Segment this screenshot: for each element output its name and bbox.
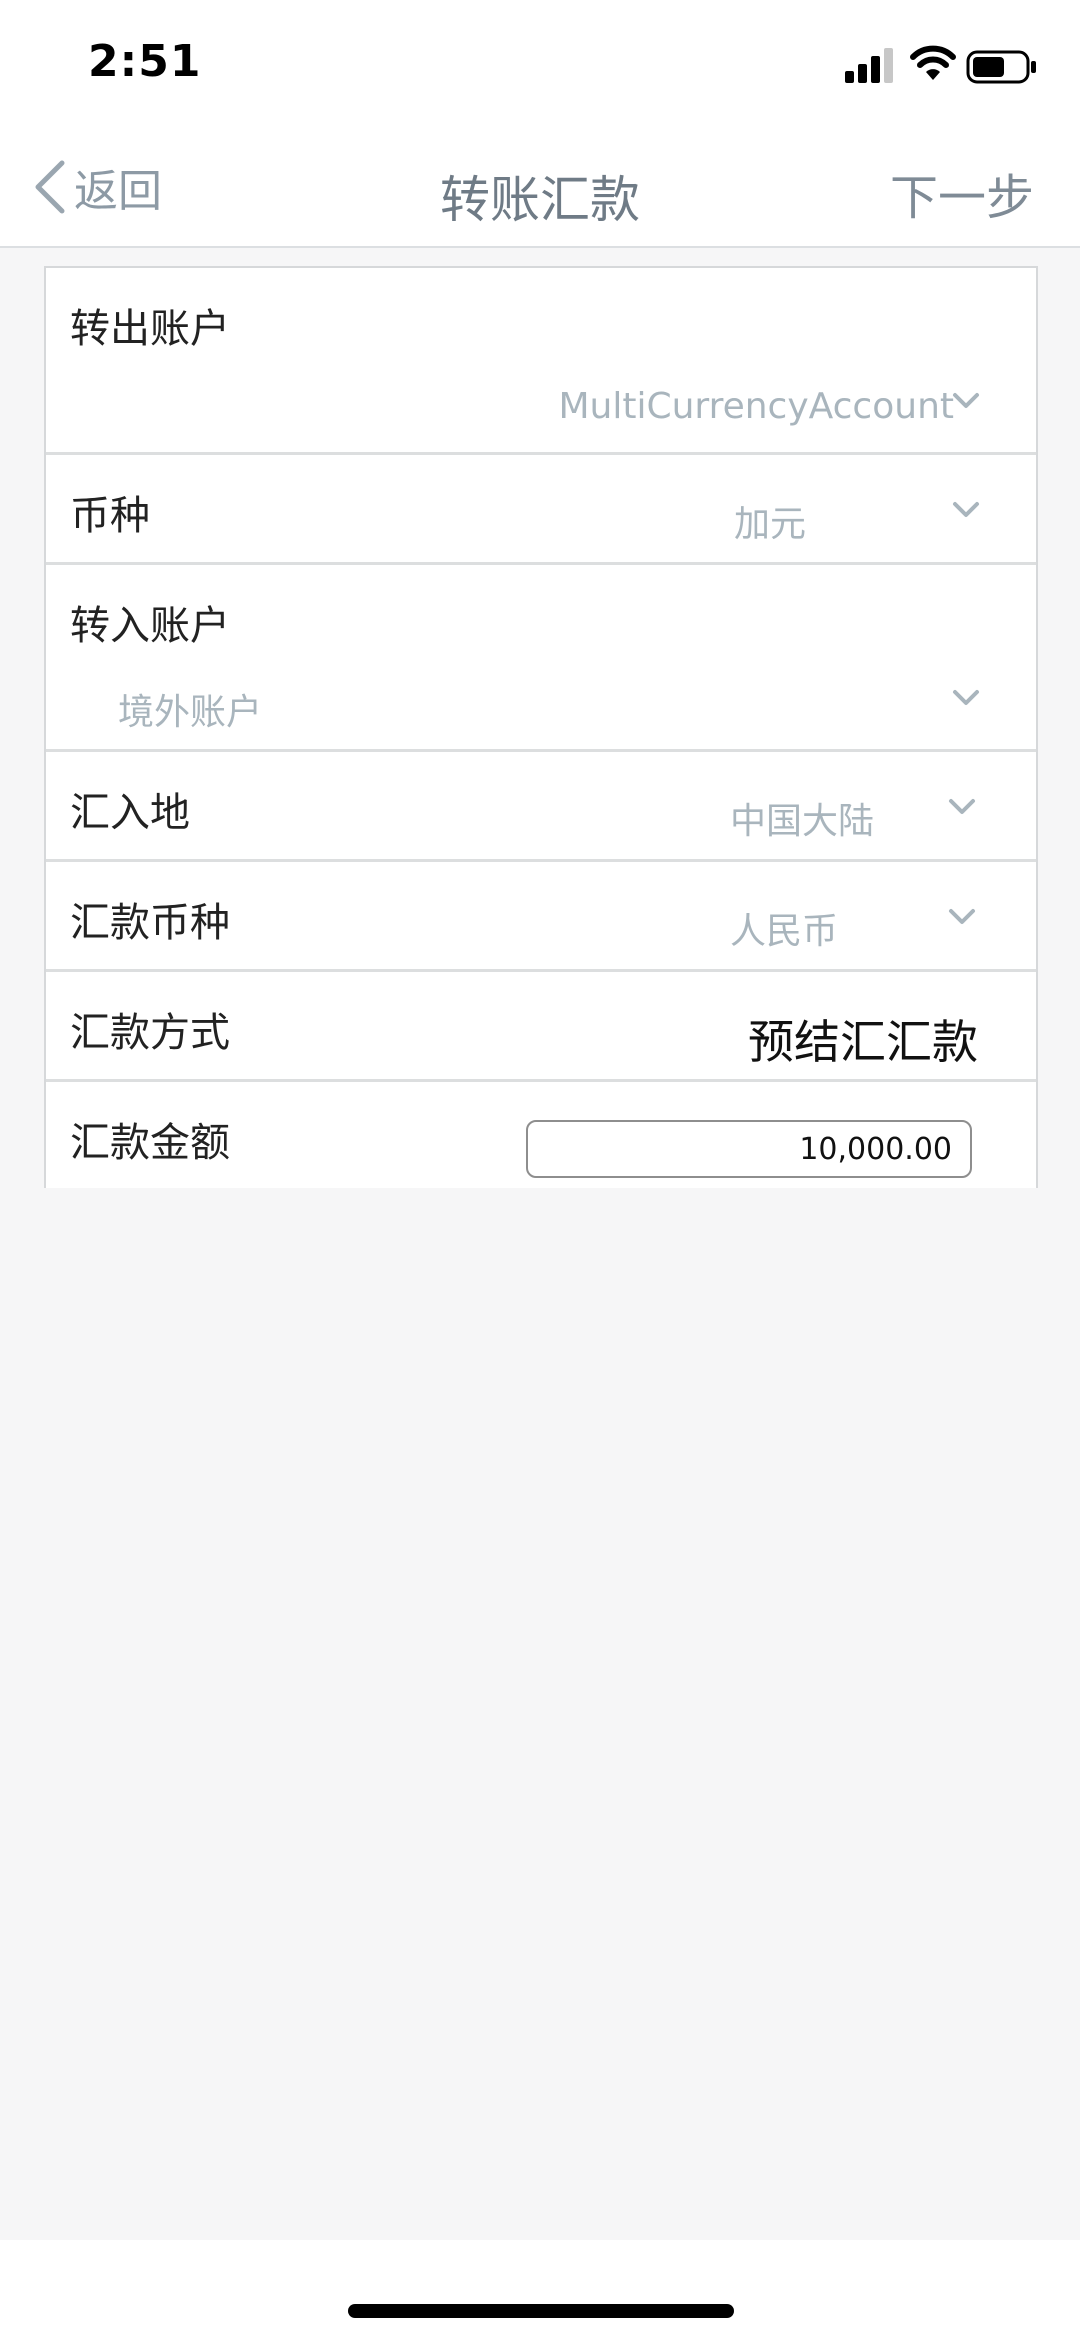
amount-label: 汇款金额 [70,1120,230,1166]
home-bar [0,2240,1080,2339]
remit-currency-row[interactable]: 汇款币种 人民币 [46,862,1036,972]
content-area: 转出账户 MultiCurrencyAccount 币种 加元 转入账户 境外账… [0,248,1080,2240]
to-account-select[interactable]: 境外账户 [118,683,262,735]
status-bar: 2:51 [0,0,1080,130]
next-step-button[interactable]: 下一步 [890,158,1034,228]
from-account-row[interactable]: 转出账户 MultiCurrencyAccount [46,268,1036,455]
destination-row[interactable]: 汇入地 中国大陆 [46,752,1036,862]
currency-row[interactable]: 币种 加元 [46,455,1036,565]
to-account-label: 转入账户 [70,603,230,649]
destination-label: 汇入地 [70,790,190,836]
remit-currency-label: 汇款币种 [70,900,230,946]
currency-select[interactable]: 加元 [734,495,806,547]
currency-label: 币种 [70,493,150,539]
remit-method-value: 预结汇汇款 [748,1015,978,1069]
status-time: 2:51 [88,36,202,87]
from-account-label: 转出账户 [70,306,230,352]
chevron-down-icon[interactable] [952,501,980,519]
chevron-down-icon[interactable] [952,392,980,410]
remit-method-label: 汇款方式 [70,1010,230,1056]
destination-select[interactable]: 中国大陆 [730,792,874,844]
wifi-icon [910,45,956,80]
battery-icon [966,50,1036,84]
amount-row: 汇款金额 [46,1082,1036,1188]
transfer-form: 转出账户 MultiCurrencyAccount 币种 加元 转入账户 境外账… [44,266,1038,1188]
chevron-down-icon[interactable] [948,908,976,926]
remit-method-row: 汇款方式 预结汇汇款 [46,972,1036,1082]
remit-currency-select[interactable]: 人民币 [730,902,838,954]
home-indicator[interactable] [348,2304,734,2318]
from-account-select[interactable]: MultiCurrencyAccount [558,386,954,427]
chevron-down-icon[interactable] [948,798,976,816]
signal-icon [845,47,897,83]
to-account-row[interactable]: 转入账户 境外账户 [46,565,1036,752]
amount-input[interactable] [526,1120,972,1178]
nav-bar: 返回 转账汇款 下一步 [0,130,1080,248]
chevron-down-icon[interactable] [952,689,980,707]
